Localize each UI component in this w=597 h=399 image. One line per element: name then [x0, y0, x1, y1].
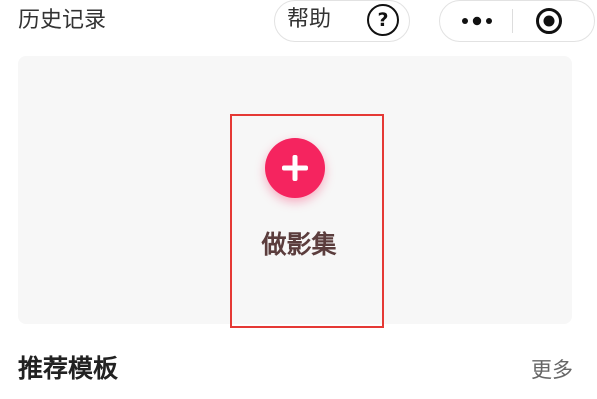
mini-program-capsule: [439, 0, 595, 42]
create-album-label: 做影集: [261, 230, 337, 259]
plus-icon: [265, 138, 325, 198]
capsule-divider: [512, 9, 513, 33]
help-label: 帮助: [287, 7, 332, 32]
help-button[interactable]: 帮助 ?: [274, 0, 410, 42]
section-title: 推荐模板: [18, 354, 119, 383]
more-icon[interactable]: [460, 9, 494, 33]
help-icon: ?: [367, 4, 399, 36]
more-link[interactable]: 更多: [531, 355, 573, 385]
close-icon[interactable]: [535, 7, 563, 35]
page: 历史记录 帮助 ? 做影集 推荐模板 更多: [0, 0, 597, 399]
history-title[interactable]: 历史记录: [18, 6, 106, 36]
create-album-button[interactable]: 做影集: [230, 114, 384, 328]
